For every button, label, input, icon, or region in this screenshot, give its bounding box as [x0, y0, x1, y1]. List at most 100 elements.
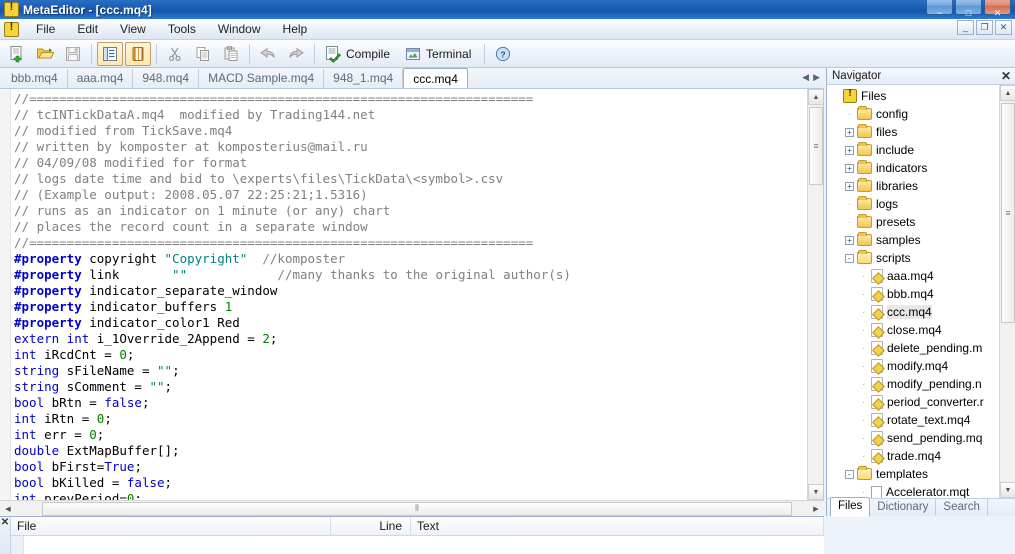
navigator-toggle-button[interactable]: [97, 41, 123, 66]
output-column-line[interactable]: Line: [331, 516, 411, 536]
nav-node-files[interactable]: + files: [827, 123, 999, 141]
output-column-file[interactable]: File: [11, 516, 331, 536]
editor-scroll-left-button[interactable]: ◀: [1, 502, 15, 516]
expand-icon[interactable]: +: [845, 163, 854, 173]
nav-node-label: period_converter.r: [887, 395, 984, 409]
nav-node-templates[interactable]: - templates: [827, 465, 999, 483]
layout-corner: [824, 516, 826, 554]
cut-button[interactable]: [162, 42, 188, 66]
save-file-button[interactable]: [60, 42, 86, 66]
nav-node-aaa-mq4[interactable]: · aaa.mq4: [827, 267, 999, 285]
editor-hscroll-thumb[interactable]: [42, 501, 792, 516]
mq4-file-icon: [871, 269, 883, 283]
nav-node-files[interactable]: Files: [827, 87, 999, 105]
expand-icon[interactable]: +: [845, 127, 854, 137]
mdi-close-button[interactable]: ✕: [995, 20, 1012, 35]
code-token-num: 0: [119, 347, 127, 362]
nav-node-indicators[interactable]: + indicators: [827, 159, 999, 177]
nav-node-bbb-mq4[interactable]: · bbb.mq4: [827, 285, 999, 303]
nav-node-accelerator-mqt[interactable]: · Accelerator.mqt: [827, 483, 999, 498]
menu-item-window[interactable]: Window: [207, 20, 272, 38]
nav-node-send-pending-mq[interactable]: · send_pending.mq: [827, 429, 999, 447]
expand-icon[interactable]: +: [845, 145, 854, 155]
compile-button[interactable]: Compile: [320, 42, 398, 66]
code-line: int prevPeriod=0;: [14, 491, 806, 500]
new-file-button[interactable]: [4, 42, 30, 66]
menu-item-tools[interactable]: Tools: [157, 20, 207, 38]
navigator-tab-search[interactable]: Search: [936, 499, 988, 516]
open-file-button[interactable]: [32, 42, 58, 66]
undo-button[interactable]: [255, 42, 281, 66]
output-list[interactable]: [11, 536, 824, 554]
editor-scroll-down-button[interactable]: ▼: [808, 484, 823, 500]
tab-bbb-mq4[interactable]: bbb.mq4: [2, 69, 68, 88]
nav-node-delete-pending-m[interactable]: · delete_pending.m: [827, 339, 999, 357]
editor-vscroll-thumb[interactable]: [809, 107, 823, 185]
output-close-icon[interactable]: ✕: [0, 517, 11, 554]
code-token-op: ;: [269, 331, 278, 346]
nav-node-period-converter-r[interactable]: · period_converter.r: [827, 393, 999, 411]
nav-node-rotate-text-mq4[interactable]: · rotate_text.mq4: [827, 411, 999, 429]
tab-948-1-mq4[interactable]: 948_1.mq4: [324, 69, 404, 88]
expand-icon[interactable]: +: [845, 181, 854, 191]
collapse-icon[interactable]: -: [845, 253, 854, 263]
code-line: bool bRtn = false;: [14, 395, 806, 411]
nav-node-presets[interactable]: · presets: [827, 213, 999, 231]
minimize-button[interactable]: −: [926, 0, 953, 18]
dictionary-toggle-button[interactable]: [125, 41, 151, 66]
tab-948-mq4[interactable]: 948.mq4: [133, 69, 200, 88]
expand-icon[interactable]: +: [845, 235, 854, 245]
navigator-tab-files[interactable]: Files: [830, 497, 871, 517]
editor-scroll-right-button[interactable]: ▶: [809, 502, 823, 516]
nav-node-include[interactable]: + include: [827, 141, 999, 159]
navigator-vscroll-thumb[interactable]: [1001, 103, 1015, 323]
navigator-tree[interactable]: Files · config + files + include + indicators + li…: [827, 85, 999, 498]
maximize-button[interactable]: □: [955, 0, 982, 18]
tab-aaa-mq4[interactable]: aaa.mq4: [68, 69, 134, 88]
tab-scroll-right-button[interactable]: ▶: [813, 72, 820, 83]
nav-node-modify-pending-n[interactable]: · modify_pending.n: [827, 375, 999, 393]
nav-node-logs[interactable]: · logs: [827, 195, 999, 213]
help-button[interactable]: ?: [490, 42, 516, 66]
nav-node-scripts[interactable]: - scripts: [827, 249, 999, 267]
paste-button[interactable]: [218, 42, 244, 66]
editor-vertical-scrollbar[interactable]: ▲ ▼: [807, 89, 823, 500]
metaeditor-root-icon: [843, 88, 857, 103]
navigator-vertical-scrollbar[interactable]: ▲ ▼: [999, 85, 1015, 498]
tab-macd-sample-mq4[interactable]: MACD Sample.mq4: [199, 69, 325, 88]
hscroll-trough[interactable]: [16, 501, 808, 516]
nav-node-ccc-mq4[interactable]: · ccc.mq4: [827, 303, 999, 321]
menu-item-help[interactable]: Help: [272, 20, 319, 38]
menu-item-file[interactable]: File: [25, 20, 66, 38]
navigator-close-icon[interactable]: ✕: [1001, 69, 1011, 83]
output-column-text[interactable]: Text: [411, 516, 824, 536]
menu-item-view[interactable]: View: [109, 20, 157, 38]
navigator-scroll-down-button[interactable]: ▼: [1000, 482, 1015, 498]
nav-node-label: presets: [876, 215, 916, 229]
nav-node-close-mq4[interactable]: · close.mq4: [827, 321, 999, 339]
navigator-tab-dictionary[interactable]: Dictionary: [870, 499, 937, 516]
copy-button[interactable]: [190, 42, 216, 66]
close-button[interactable]: ✕: [984, 0, 1011, 18]
nav-node-samples[interactable]: + samples: [827, 231, 999, 249]
code-token-pre: #property: [14, 299, 82, 314]
menu-item-edit[interactable]: Edit: [66, 20, 109, 38]
code-text[interactable]: //======================================…: [14, 91, 806, 500]
editor-scroll-up-button[interactable]: ▲: [808, 89, 823, 105]
maximize-icon: □: [965, 8, 972, 18]
nav-node-libraries[interactable]: + libraries: [827, 177, 999, 195]
redo-button[interactable]: [283, 42, 309, 66]
nav-node-trade-mq4[interactable]: · trade.mq4: [827, 447, 999, 465]
mdi-minimize-button[interactable]: _: [957, 20, 974, 35]
editor-horizontal-scrollbar[interactable]: ◀ ▶: [0, 500, 824, 516]
collapse-icon[interactable]: -: [845, 469, 854, 479]
terminal-button[interactable]: Terminal: [400, 42, 479, 66]
mdi-restore-button[interactable]: ❐: [976, 20, 993, 35]
nav-node-config[interactable]: · config: [827, 105, 999, 123]
navigator-scroll-up-button[interactable]: ▲: [1000, 85, 1015, 101]
code-editor[interactable]: //======================================…: [0, 89, 824, 500]
tab-scroll-left-button[interactable]: ◀: [802, 72, 809, 83]
tab-ccc-mq4[interactable]: ccc.mq4: [403, 68, 468, 88]
code-token-str: "Copyright": [164, 251, 248, 266]
nav-node-modify-mq4[interactable]: · modify.mq4: [827, 357, 999, 375]
